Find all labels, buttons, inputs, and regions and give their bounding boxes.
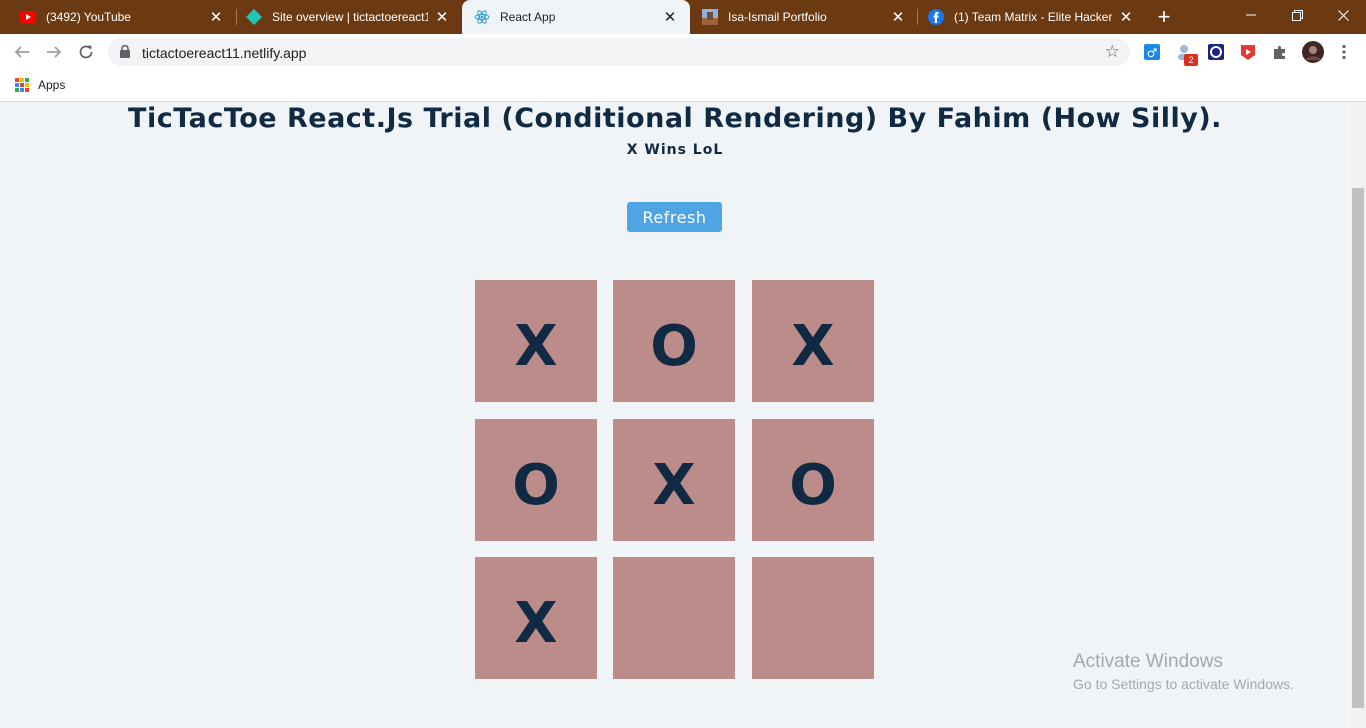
address-bar[interactable]: tictactoereact11.netlify.app ☆ bbox=[108, 38, 1130, 66]
reload-button[interactable] bbox=[72, 38, 100, 66]
board-cell[interactable]: X bbox=[475, 280, 597, 402]
tab-title: Site overview | tictactoereact11 bbox=[272, 10, 428, 24]
board-cell[interactable]: X bbox=[613, 419, 735, 541]
close-window-button[interactable] bbox=[1320, 0, 1366, 30]
tab-facebook[interactable]: (1) Team Matrix - Elite Hackers ✕ bbox=[918, 0, 1146, 34]
back-button[interactable] bbox=[8, 38, 36, 66]
tab-netlify[interactable]: Site overview | tictactoereact11 ✕ bbox=[226, 0, 462, 34]
portfolio-icon bbox=[702, 9, 718, 25]
netlify-icon bbox=[246, 9, 262, 25]
close-tab-icon[interactable]: ✕ bbox=[434, 9, 450, 26]
tab-youtube[interactable]: (3492) YouTube ✕ bbox=[0, 0, 236, 34]
tab-portfolio[interactable]: Isa-Ismail Portfolio ✕ bbox=[690, 0, 918, 34]
avatar[interactable] bbox=[1301, 40, 1325, 64]
apps-grid-icon[interactable] bbox=[15, 78, 29, 92]
close-tab-icon[interactable]: ✕ bbox=[662, 9, 678, 26]
tab-title: (3492) YouTube bbox=[46, 10, 131, 24]
board-cell[interactable]: X bbox=[752, 280, 874, 402]
board-cell[interactable]: O bbox=[752, 419, 874, 541]
watermark-subtitle: Go to Settings to activate Windows. bbox=[1073, 676, 1294, 692]
page-title: TicTacToe React.Js Trial (Conditional Re… bbox=[128, 103, 1222, 134]
watermark-title: Activate Windows bbox=[1073, 651, 1223, 672]
youtube-icon bbox=[20, 9, 36, 25]
board-cell[interactable]: X bbox=[475, 557, 597, 679]
game-board: X O X O X O X bbox=[475, 280, 875, 680]
page-content: TicTacToe React.Js Trial (Conditional Re… bbox=[0, 103, 1350, 728]
board-cell[interactable]: O bbox=[613, 280, 735, 402]
new-tab-button[interactable]: + bbox=[1152, 4, 1176, 29]
scrollbar-thumb[interactable] bbox=[1352, 188, 1364, 708]
tab-strip: (3492) YouTube ✕ Site overview | tictact… bbox=[0, 0, 1366, 34]
svg-text:♂: ♂ bbox=[1147, 46, 1158, 60]
extension-icon-4[interactable] bbox=[1238, 42, 1258, 62]
activate-windows-watermark: Activate Windows Go to Settings to activ… bbox=[1073, 651, 1294, 692]
restore-button[interactable] bbox=[1274, 0, 1320, 30]
lock-icon bbox=[120, 44, 130, 63]
game-status: X Wins LoL bbox=[626, 142, 724, 158]
minimize-button[interactable] bbox=[1228, 0, 1274, 30]
browser-toolbar: tictactoereact11.netlify.app ☆ ♂ bbox=[0, 34, 1366, 70]
tab-react-app[interactable]: React App ✕ bbox=[462, 0, 690, 34]
bookmarks-bar: Apps bbox=[0, 70, 1366, 102]
close-tab-icon[interactable]: ✕ bbox=[890, 9, 906, 26]
close-tab-icon[interactable]: ✕ bbox=[208, 9, 224, 26]
react-icon bbox=[474, 9, 490, 25]
tab-title: (1) Team Matrix - Elite Hackers bbox=[954, 10, 1112, 24]
extension-icon-3[interactable] bbox=[1206, 42, 1226, 62]
page-scrollbar[interactable] bbox=[1350, 103, 1366, 728]
menu-kebab-icon[interactable] bbox=[1334, 42, 1354, 62]
tab-title: Isa-Ismail Portfolio bbox=[728, 10, 827, 24]
extensions-puzzle-icon[interactable] bbox=[1270, 42, 1290, 62]
board-cell[interactable] bbox=[613, 557, 735, 679]
board-cell[interactable] bbox=[752, 557, 874, 679]
extension-icon-1[interactable]: ♂ bbox=[1142, 42, 1162, 62]
apps-bookmark[interactable]: Apps bbox=[38, 78, 65, 92]
close-tab-icon[interactable]: ✕ bbox=[1118, 9, 1134, 26]
forward-button[interactable] bbox=[40, 38, 68, 66]
extension-badge: 2 bbox=[1184, 54, 1198, 66]
bookmark-star-icon[interactable]: ☆ bbox=[1105, 42, 1120, 62]
url-text: tictactoereact11.netlify.app bbox=[142, 45, 307, 61]
board-cell[interactable]: O bbox=[475, 419, 597, 541]
facebook-icon bbox=[928, 9, 944, 25]
tab-title: React App bbox=[500, 10, 556, 24]
refresh-button[interactable]: Refresh bbox=[627, 202, 722, 232]
